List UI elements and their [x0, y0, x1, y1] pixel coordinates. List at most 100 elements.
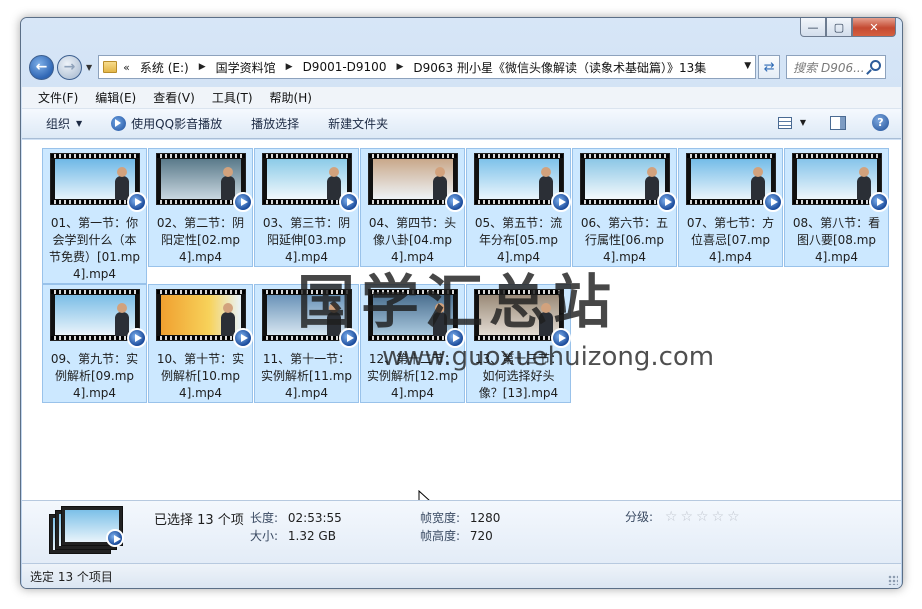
rating-row: 分级: ☆ ☆ ☆ ☆ ☆: [625, 508, 743, 525]
file-item[interactable]: 08、第八节：看图八要[08.mp4].mp4: [784, 148, 889, 267]
rating-stars[interactable]: ☆ ☆ ☆ ☆ ☆: [665, 509, 743, 525]
menu-bar: 文件(F) 编辑(E) 查看(V) 工具(T) 帮助(H): [22, 87, 901, 109]
film-strip: [50, 200, 139, 204]
video-thumbnail: [49, 153, 147, 212]
file-name: 09、第九节：实例解析[09.mp4].mp4: [50, 352, 139, 400]
frame-width-label: 帧宽度:: [420, 511, 461, 525]
menu-edit[interactable]: 编辑(E): [95, 89, 136, 106]
forward-button[interactable]: →: [57, 54, 82, 80]
file-item[interactable]: 07、第七节：方位喜忌[07.mp4].mp4: [678, 148, 783, 267]
file-item[interactable]: 10、第十节：实例解析[10.mp4].mp4: [148, 284, 253, 403]
chevron-right-icon[interactable]: ▶: [199, 62, 206, 72]
file-item[interactable]: 04、第四节：头像八卦[04.mp4].mp4: [360, 148, 465, 267]
menu-file[interactable]: 文件(F): [38, 89, 78, 106]
address-dropdown-icon[interactable]: ▼: [744, 61, 751, 71]
breadcrumb-folder[interactable]: D9001-D9100: [303, 60, 387, 74]
file-item[interactable]: 09、第九节：实例解析[09.mp4].mp4: [42, 284, 147, 403]
star-icon[interactable]: ☆: [696, 509, 709, 525]
file-item[interactable]: 05、第五节：流年分布[05.mp4].mp4: [466, 148, 571, 267]
video-thumbnail: [261, 289, 359, 348]
frame-height-label: 帧高度:: [420, 529, 461, 543]
file-item[interactable]: 02、第二节：阴阳定性[02.mp4].mp4: [148, 148, 253, 267]
qq-player-icon: [232, 328, 253, 348]
chevron-down-icon: ▼: [86, 62, 93, 72]
details-pane: 已选择 13 个项 长度: 02:53:55 大小: 1.32 GB 帧宽度: …: [22, 500, 901, 563]
recent-pages-dropdown[interactable]: ▼: [86, 63, 92, 72]
file-item[interactable]: 13、第十三节：如何选择好头像？[13].mp4: [466, 284, 571, 403]
video-thumbnail: [579, 153, 677, 212]
file-name: 08、第八节：看图八要[08.mp4].mp4: [792, 216, 881, 264]
film-strip: [368, 154, 457, 158]
new-folder-button[interactable]: 新建文件夹: [328, 115, 388, 132]
video-thumbnail: [155, 289, 253, 348]
video-thumbnail: [473, 153, 571, 212]
video-thumbnail: [473, 289, 571, 348]
film-strip: [474, 200, 563, 204]
help-icon[interactable]: ?: [872, 114, 889, 131]
breadcrumb-current[interactable]: D9063 刑小星《微信头像解读（读象术基础篇）》13集: [413, 59, 706, 76]
chevron-right-icon[interactable]: ▶: [396, 62, 403, 72]
file-item[interactable]: 06、第六节：五行属性[06.mp4].mp4: [572, 148, 677, 267]
file-name: 13、第十三节：如何选择好头像？[13].mp4: [474, 352, 563, 400]
star-icon[interactable]: ☆: [680, 509, 693, 525]
close-button[interactable]: ✕: [852, 18, 896, 37]
video-thumbnail: [367, 153, 465, 212]
video-thumbnail: [367, 289, 465, 348]
file-grid: 01、第一节：你会学到什么（本节免费）[01.mp4].mp4 02、第二节：阴阳…: [42, 148, 889, 420]
star-icon[interactable]: ☆: [712, 509, 725, 525]
qq-player-icon: [762, 192, 783, 212]
selected-count: 已选择 13 个项: [154, 513, 244, 528]
menu-view[interactable]: 查看(V): [153, 89, 195, 106]
maximize-button[interactable]: ▢: [826, 18, 852, 37]
frame-width-value: 1280: [469, 511, 501, 525]
qq-player-icon: [656, 192, 677, 212]
film-strip: [792, 200, 881, 204]
play-with-qq-button[interactable]: 使用QQ影音播放: [111, 115, 222, 132]
file-item[interactable]: 03、第三节：阴阳延伸[03.mp4].mp4: [254, 148, 359, 267]
back-button[interactable]: ←: [29, 54, 54, 80]
explorer-window: — ▢ ✕ ← → ▼ « 系统 (E:) ▶ 国学资料馆 ▶ D9001-D9…: [20, 17, 903, 589]
breadcrumb-drive[interactable]: 系统 (E:): [140, 59, 189, 76]
view-options-icon[interactable]: [777, 116, 792, 129]
film-strip: [262, 290, 351, 294]
chevron-down-icon: ▼: [76, 119, 83, 128]
size-row: 大小: 1.32 GB: [250, 527, 336, 544]
film-strip: [474, 336, 563, 340]
search-icon[interactable]: [870, 60, 882, 71]
breadcrumb-overflow[interactable]: «: [123, 61, 130, 74]
menu-help[interactable]: 帮助(H): [270, 89, 312, 106]
video-thumbnail: [49, 289, 147, 348]
video-thumbnail: [261, 153, 359, 212]
star-icon[interactable]: ☆: [665, 509, 678, 525]
film-strip: [580, 200, 669, 204]
refresh-button[interactable]: ⇄: [758, 55, 781, 79]
menu-tools[interactable]: 工具(T): [212, 89, 253, 106]
resize-grip-icon[interactable]: [888, 575, 898, 585]
chevron-right-icon[interactable]: ▶: [286, 62, 293, 72]
file-name: 04、第四节：头像八卦[04.mp4].mp4: [368, 216, 457, 264]
minimize-button[interactable]: —: [800, 18, 826, 37]
play-with-qq-label: 使用QQ影音播放: [131, 117, 223, 131]
arrow-right-icon: →: [63, 59, 76, 75]
file-item[interactable]: 01、第一节：你会学到什么（本节免费）[01.mp4].mp4: [42, 148, 147, 284]
search-input[interactable]: 搜索 D906...: [786, 55, 887, 79]
film-strip: [156, 336, 245, 340]
play-selection-button[interactable]: 播放选择: [251, 115, 299, 132]
address-bar[interactable]: « 系统 (E:) ▶ 国学资料馆 ▶ D9001-D9100 ▶ D9063 …: [98, 55, 757, 79]
preview-pane-icon[interactable]: [830, 115, 846, 130]
file-item[interactable]: 12、第十二节：实例解析[12.mp4].mp4: [360, 284, 465, 403]
file-list-area[interactable]: 01、第一节：你会学到什么（本节免费）[01.mp4].mp4 02、第二节：阴阳…: [22, 140, 901, 510]
film-strip: [262, 154, 351, 158]
breadcrumb-folder[interactable]: 国学资料馆: [216, 59, 276, 76]
chevron-down-icon[interactable]: ▼: [800, 118, 806, 127]
qq-player-icon: [232, 192, 253, 212]
film-strip: [50, 336, 139, 340]
rating-label: 分级:: [625, 510, 654, 524]
file-item[interactable]: 11、第十一节：实例解析[11.mp4].mp4: [254, 284, 359, 403]
star-icon[interactable]: ☆: [727, 509, 740, 525]
film-strip: [50, 154, 139, 158]
film-strip: [262, 200, 351, 204]
qq-player-icon: [111, 116, 127, 131]
organize-button[interactable]: 组织 ▼: [46, 115, 82, 132]
file-name: 02、第二节：阴阳定性[02.mp4].mp4: [156, 216, 245, 264]
